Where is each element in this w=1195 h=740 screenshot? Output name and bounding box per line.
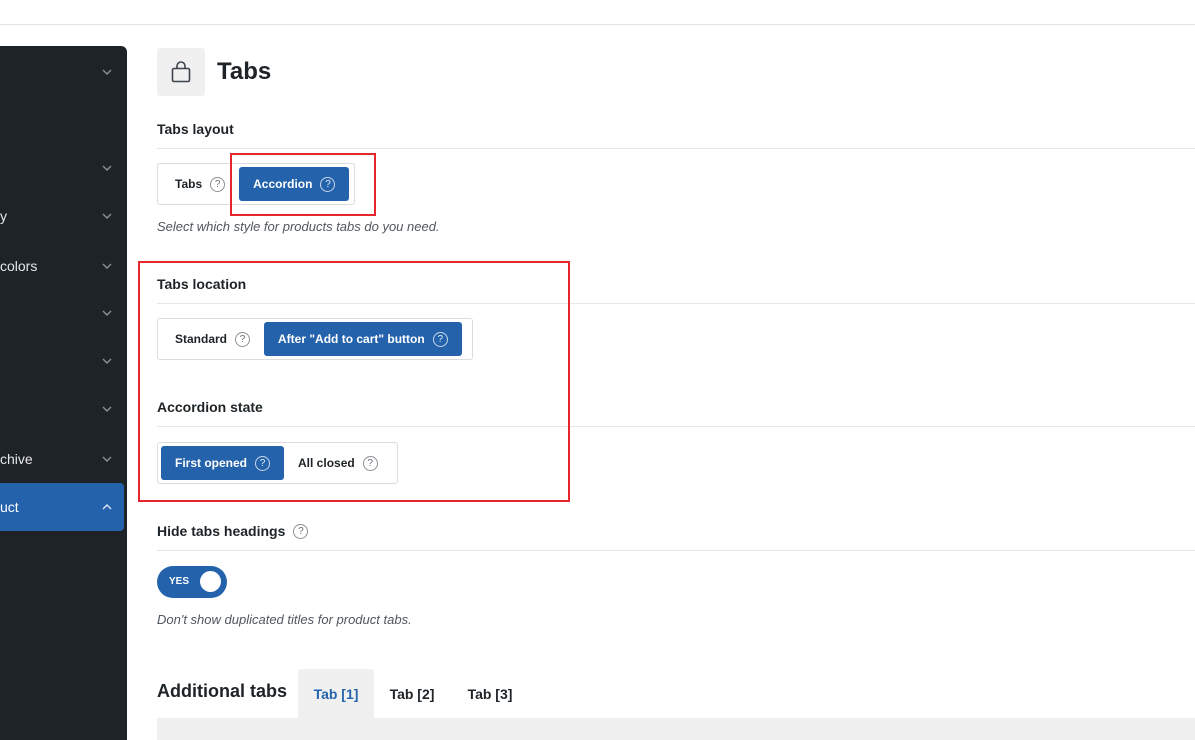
tabs-location-option-standard[interactable]: Standard ? bbox=[161, 322, 264, 356]
help-icon[interactable]: ? bbox=[210, 176, 226, 192]
tabs-location-option-after-add-to-cart[interactable]: After "Add to cart" button ? bbox=[264, 322, 462, 356]
divider bbox=[157, 148, 1195, 149]
chevron-down-icon bbox=[102, 456, 112, 462]
tabs-layout-selector: Tabs ? Accordion ? bbox=[157, 163, 355, 205]
option-label: After "Add to cart" button bbox=[278, 332, 425, 346]
divider bbox=[157, 426, 1195, 427]
tabs-layout-title: Tabs layout bbox=[157, 121, 234, 137]
tab-3[interactable]: Tab [3] bbox=[454, 669, 526, 719]
help-icon[interactable]: ? bbox=[320, 176, 336, 192]
hide-headings-toggle[interactable]: YES bbox=[157, 566, 227, 598]
help-icon[interactable]: ? bbox=[362, 455, 378, 471]
accordion-state-selector: First opened ? All closed ? bbox=[157, 442, 398, 484]
tabs-layout-option-accordion[interactable]: Accordion ? bbox=[239, 167, 350, 201]
shopping-bag-icon bbox=[157, 48, 205, 96]
sidebar-item-5[interactable] bbox=[0, 289, 127, 337]
sidebar-item-label: chive bbox=[0, 451, 33, 467]
chevron-down-icon bbox=[102, 165, 112, 171]
chevron-down-icon bbox=[102, 358, 112, 364]
hide-headings-title: Hide tabs headings ? bbox=[157, 523, 309, 539]
divider bbox=[157, 303, 1195, 304]
sidebar-item-6[interactable] bbox=[0, 337, 127, 385]
sidebar: y colors chive uct bbox=[0, 46, 127, 740]
main-content: Tabs Tabs layout Tabs ? Accordion ? Sele… bbox=[157, 0, 1195, 740]
chevron-down-icon bbox=[102, 263, 112, 269]
sidebar-item-2[interactable] bbox=[0, 144, 127, 192]
accordion-state-title: Accordion state bbox=[157, 399, 263, 415]
chevron-down-icon bbox=[102, 406, 112, 412]
sidebar-item-product[interactable]: uct bbox=[0, 483, 124, 531]
tabs-layout-option-tabs[interactable]: Tabs ? bbox=[161, 167, 239, 201]
tabs-layout-description: Select which style for products tabs do … bbox=[157, 219, 440, 234]
sidebar-item-label: uct bbox=[0, 499, 19, 515]
toggle-knob bbox=[200, 571, 221, 592]
help-icon[interactable]: ? bbox=[293, 523, 309, 539]
sidebar-item-colors[interactable]: colors bbox=[0, 242, 127, 290]
toggle-state-label: YES bbox=[169, 576, 190, 587]
option-label: Tabs bbox=[175, 177, 203, 191]
accordion-state-option-all-closed[interactable]: All closed ? bbox=[284, 446, 392, 480]
sidebar-item-archive[interactable]: chive bbox=[0, 435, 127, 483]
option-label: Accordion bbox=[253, 177, 313, 191]
tabs-location-selector: Standard ? After "Add to cart" button ? bbox=[157, 318, 473, 360]
sidebar-item-7[interactable] bbox=[0, 385, 127, 433]
chevron-down-icon bbox=[102, 310, 112, 316]
help-icon[interactable]: ? bbox=[432, 331, 448, 347]
sidebar-item-3[interactable]: y bbox=[0, 192, 127, 240]
divider bbox=[157, 550, 1195, 551]
hide-headings-label: Hide tabs headings bbox=[157, 523, 286, 539]
sidebar-item-1[interactable] bbox=[0, 48, 127, 96]
help-icon[interactable]: ? bbox=[255, 455, 271, 471]
option-label: First opened bbox=[175, 456, 248, 470]
sidebar-item-label: y bbox=[0, 208, 7, 224]
accordion-state-option-first-opened[interactable]: First opened ? bbox=[161, 446, 285, 480]
chevron-down-icon bbox=[102, 69, 112, 75]
chevron-up-icon bbox=[102, 504, 112, 510]
page-title: Tabs bbox=[217, 58, 272, 85]
additional-tabs-title: Additional tabs bbox=[157, 681, 287, 701]
option-label: All closed bbox=[298, 456, 355, 470]
hide-headings-description: Don't show duplicated titles for product… bbox=[157, 612, 412, 627]
sidebar-item-label: colors bbox=[0, 258, 38, 274]
tabs-location-title: Tabs location bbox=[157, 276, 247, 292]
tab-2[interactable]: Tab [2] bbox=[376, 669, 448, 719]
option-label: Standard bbox=[175, 332, 228, 346]
chevron-down-icon bbox=[102, 213, 112, 219]
tab-panel bbox=[157, 718, 1195, 740]
help-icon[interactable]: ? bbox=[235, 331, 251, 347]
tab-1[interactable]: Tab [1] bbox=[298, 669, 374, 719]
